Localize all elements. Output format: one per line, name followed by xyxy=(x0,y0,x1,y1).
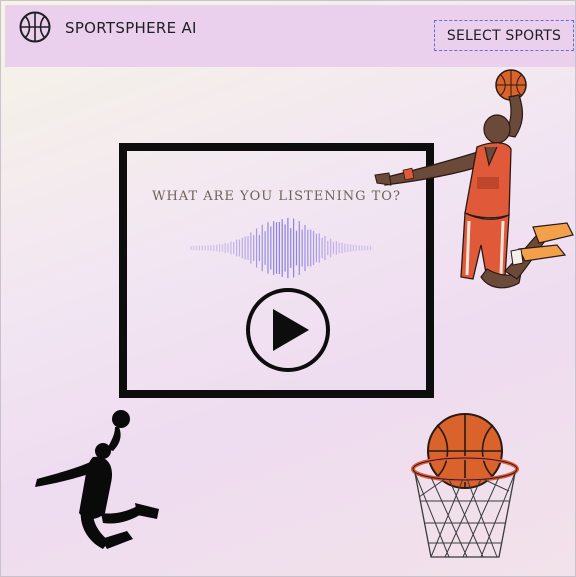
top-nav: SPORTSPHERE AI SELECT SPORTS xyxy=(5,5,575,67)
basketball-hoop-illustration xyxy=(411,413,519,558)
jumping-player-silhouette xyxy=(35,410,159,549)
play-button-icon[interactable] xyxy=(243,285,333,375)
sound-wave-icon xyxy=(190,217,372,279)
select-sports-button[interactable]: SELECT SPORTS xyxy=(434,20,574,51)
basketball-icon[interactable] xyxy=(18,10,52,44)
brand-title[interactable]: SPORTSPHERE AI xyxy=(65,19,197,37)
dunking-player-illustration xyxy=(374,69,574,289)
